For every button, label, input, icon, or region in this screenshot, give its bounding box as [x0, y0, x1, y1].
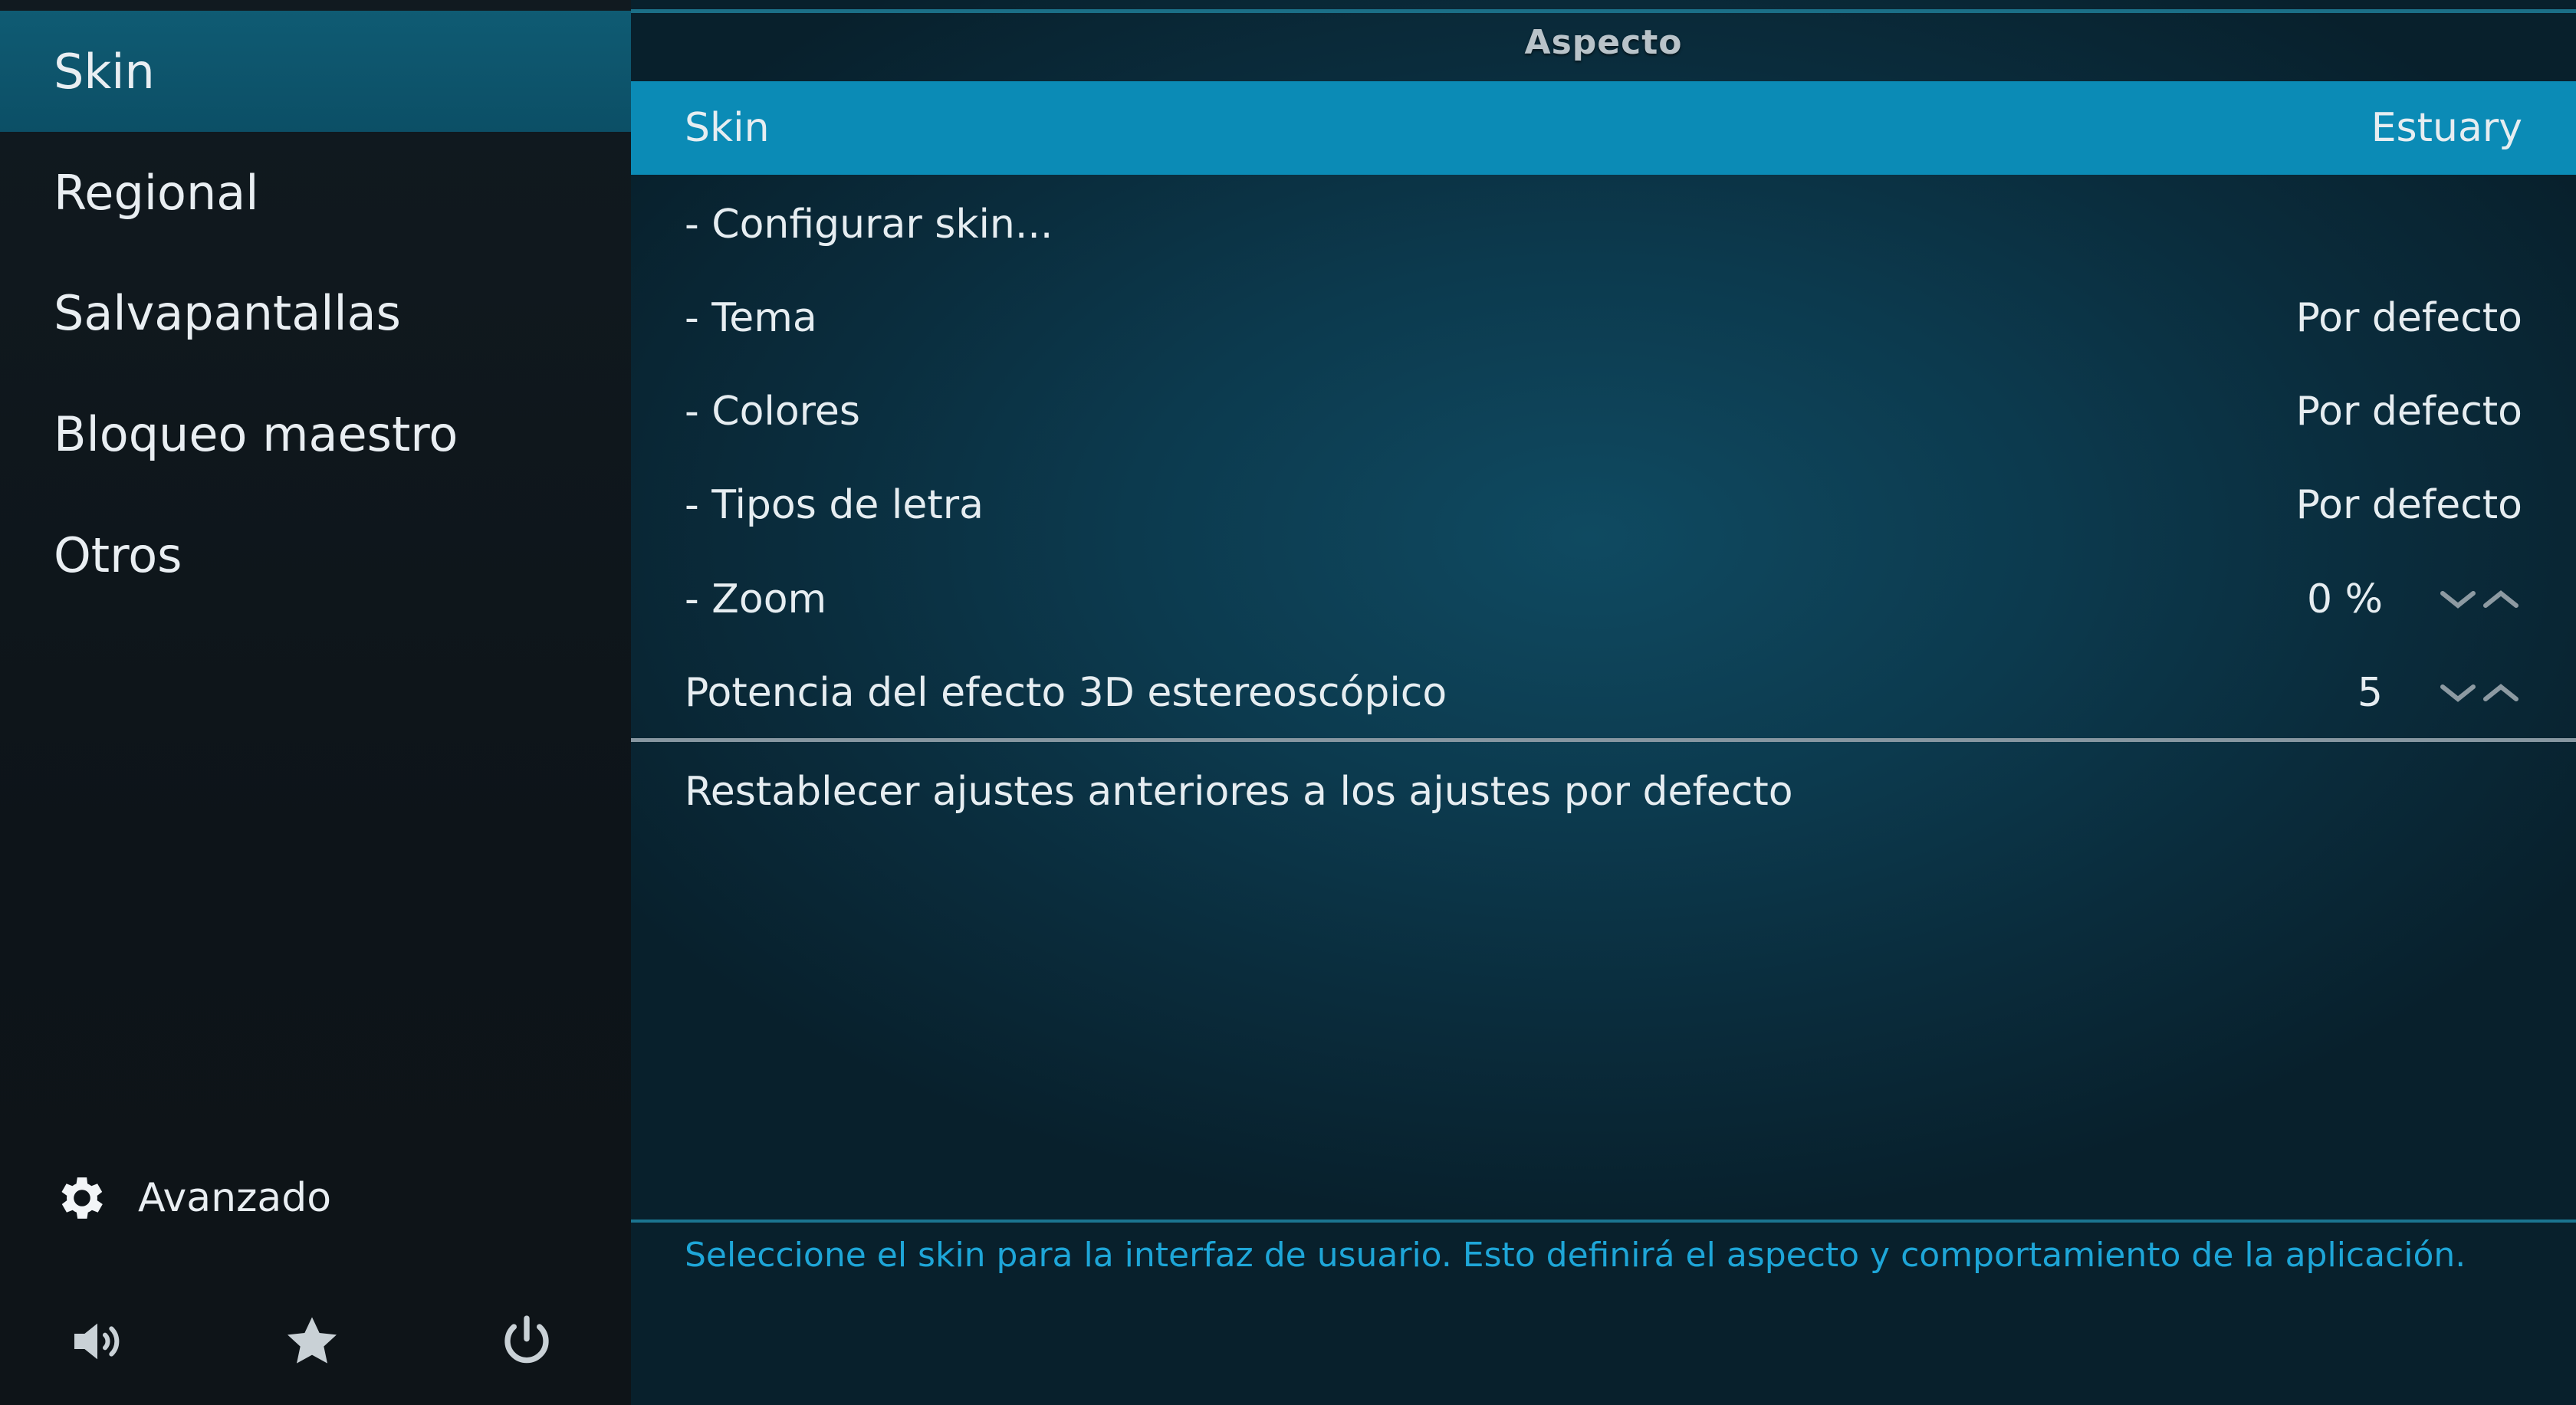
sidebar-item-salvapantallas[interactable]: Salvapantallas [0, 252, 631, 373]
panel-title: Aspecto [1524, 23, 1683, 62]
setting-row-configure-skin[interactable]: - Configurar skin... [631, 178, 2576, 271]
power-button[interactable] [492, 1307, 561, 1376]
setting-value: Por defecto [2295, 482, 2522, 528]
setting-label: - Tema [685, 295, 817, 341]
chevron-up-icon[interactable] [2479, 584, 2522, 615]
top-divider [631, 9, 2576, 13]
volume-icon [74, 1323, 120, 1360]
star-icon [288, 1317, 337, 1364]
chevron-down-icon[interactable] [2436, 584, 2479, 615]
reset-label: Restablecer ajustes anteriores a los aju… [685, 769, 1793, 815]
sidebar-item-skin[interactable]: Skin [0, 11, 631, 132]
setting-label: Potencia del efecto 3D estereoscópico [685, 670, 1447, 716]
setting-label: - Configurar skin... [685, 202, 1053, 248]
setting-label: - Colores [685, 389, 860, 435]
settings-panel: Aspecto Skin Estuary - Configurar skin..… [631, 0, 2576, 1405]
setting-value: Por defecto [2295, 389, 2522, 435]
power-icon [504, 1315, 549, 1364]
setting-label: - Zoom [685, 576, 827, 622]
volume-button[interactable] [63, 1307, 132, 1376]
chevron-up-icon[interactable] [2479, 678, 2522, 708]
setting-value: 5 [2357, 670, 2383, 716]
sidebar-item-otros[interactable]: Otros [0, 494, 631, 616]
setting-row-colors[interactable]: - Colores Por defecto [631, 365, 2576, 458]
help-text: Seleccione el skin para la interfaz de u… [685, 1236, 2466, 1275]
setting-value: Estuary [2371, 105, 2522, 151]
sidebar-item-bloqueo-maestro[interactable]: Bloqueo maestro [0, 373, 631, 494]
reset-settings-button[interactable]: Restablecer ajustes anteriores a los aju… [631, 745, 2576, 839]
setting-value: 0 % [2306, 576, 2383, 622]
favourites-button[interactable] [278, 1307, 347, 1376]
advanced-settings-button[interactable]: Avanzado [54, 1167, 331, 1229]
sidebar-item-label: Otros [54, 527, 182, 583]
section-divider [631, 738, 2576, 742]
setting-label: - Tipos de letra [685, 482, 984, 528]
advanced-label: Avanzado [138, 1175, 332, 1221]
setting-row-zoom[interactable]: - Zoom 0 % [631, 553, 2576, 646]
sidebar-item-label: Skin [54, 43, 155, 100]
sidebar-item-regional[interactable]: Regional [0, 132, 631, 253]
stereo-spinner [2436, 678, 2522, 708]
zoom-spinner [2436, 584, 2522, 615]
setting-row-stereo-3d-strength[interactable]: Potencia del efecto 3D estereoscópico 5 [631, 646, 2576, 740]
help-divider [631, 1220, 2576, 1223]
gear-icon [61, 1177, 103, 1219]
sidebar-item-label: Bloqueo maestro [54, 405, 458, 462]
sidebar: Skin Regional Salvapantallas Bloqueo mae… [0, 0, 631, 1405]
setting-value: Por defecto [2295, 295, 2522, 341]
setting-row-fonts[interactable]: - Tipos de letra Por defecto [631, 458, 2576, 552]
chevron-down-icon[interactable] [2436, 678, 2479, 708]
setting-row-skin[interactable]: Skin Estuary [631, 81, 2576, 175]
sidebar-item-label: Salvapantallas [54, 284, 401, 341]
setting-label: Skin [685, 105, 770, 151]
setting-row-theme[interactable]: - Tema Por defecto [631, 271, 2576, 365]
sidebar-item-label: Regional [54, 164, 259, 221]
